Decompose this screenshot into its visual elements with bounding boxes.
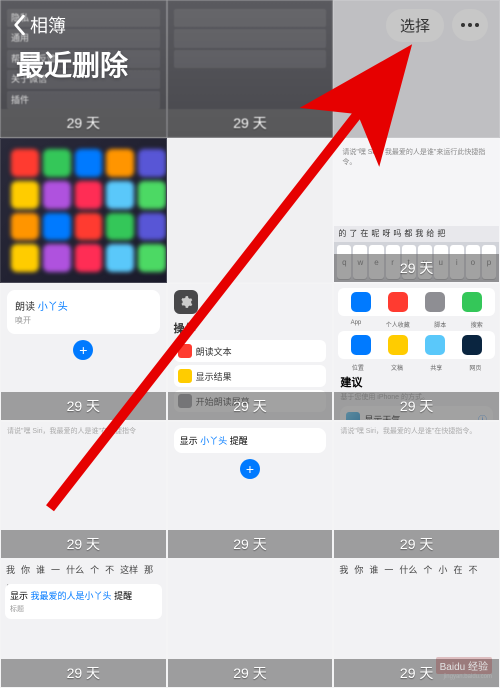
days-remaining: 29 天 [1, 109, 166, 137]
thumbnail[interactable]: 请说"嘿 Siri，我最爱的人是谁"来运行此快捷指令。 的了在呢呀吗都我给把 q… [333, 138, 500, 283]
select-button[interactable]: 选择 [386, 9, 444, 42]
docs-icon [388, 335, 408, 355]
navigation-bar: 相簿 选择 [0, 0, 500, 50]
more-button[interactable] [452, 9, 488, 41]
apps-icon [351, 292, 371, 312]
speak-icon [178, 344, 192, 358]
gear-icon [174, 290, 198, 314]
location-icon [351, 335, 371, 355]
suggest-title: 建议 [340, 374, 493, 390]
category-bar [338, 288, 495, 316]
days-remaining: 29 天 [168, 659, 333, 687]
chevron-left-icon [12, 14, 26, 36]
back-label: 相簿 [30, 12, 66, 38]
add-icon: + [240, 459, 260, 479]
thumbnail[interactable] [0, 138, 167, 283]
days-remaining: 29 天 [168, 109, 333, 137]
thumbnail[interactable]: App个人收藏脚本搜索 位置文稿共享网页 建议 基于您使用 iPhone 的方式… [333, 283, 500, 421]
quick-bar [338, 331, 495, 359]
thumbnail[interactable]: 操作 朗读文本 显示结果 开始朗读屏幕 29 天 [167, 283, 334, 421]
days-remaining: 29 天 [168, 530, 333, 558]
thumbnail[interactable]: 显示 小丫头 提醒 + 29 天 [167, 421, 334, 559]
siri-note: 请说"嘿 Siri，我最爱的人是谁"在快捷指令 [1, 422, 166, 440]
thumbnail[interactable]: 29 天 [167, 559, 334, 688]
days-remaining: 29 天 [1, 659, 166, 687]
page-title: 最近删除 [16, 44, 128, 84]
reminder-card: 显示 小丫头 提醒 [174, 428, 327, 453]
thumbnail[interactable]: 请说"嘿 Siri，我最爱的人是谁"在快捷指令。 29 天 [333, 421, 500, 559]
back-button[interactable]: 相簿 [12, 12, 66, 38]
days-remaining: 29 天 [334, 530, 499, 558]
script-icon [425, 292, 445, 312]
more-icon [461, 22, 479, 28]
siri-tip-text: 请说"嘿 Siri，我最爱的人是谁"来运行此快捷指令。 [340, 145, 493, 169]
shortcut-card: 朗读 小丫头 唤开 [7, 290, 160, 334]
watermark: Baidu 经验 jingyan.baidu.com [436, 657, 492, 680]
share-icon [425, 335, 445, 355]
siri-note: 请说"嘿 Siri，我最爱的人是谁"在快捷指令。 [334, 422, 499, 440]
days-remaining: 29 天 [334, 254, 499, 282]
reminder-card: 显示 我最爱的人是小丫头 提醒 标题 [5, 584, 162, 619]
days-remaining: 29 天 [168, 392, 333, 420]
result-icon [178, 369, 192, 383]
favorites-icon [388, 292, 408, 312]
days-remaining: 29 天 [1, 392, 166, 420]
thumbnail[interactable]: 请说"嘿 Siri，我最爱的人是谁"在快捷指令 29 天 [0, 421, 167, 559]
days-remaining: 29 天 [1, 530, 166, 558]
thumbnail[interactable]: 我你谁一什么个不 这样那钱因为 显示 我最爱的人是小丫头 提醒 标题 29 天 [0, 559, 167, 688]
search-icon [462, 292, 482, 312]
days-remaining: 29 天 [334, 392, 499, 420]
web-icon [462, 335, 482, 355]
thumbnail[interactable] [167, 138, 334, 283]
blurred-homescreen [11, 149, 156, 272]
add-icon: + [73, 340, 93, 360]
candidate-bar: 的了在呢呀吗都我给把 [334, 226, 499, 242]
candidate-bar: 我你谁一什么个小在不 [334, 560, 499, 579]
thumbnail[interactable]: 朗读 小丫头 唤开 + 29 天 [0, 283, 167, 421]
